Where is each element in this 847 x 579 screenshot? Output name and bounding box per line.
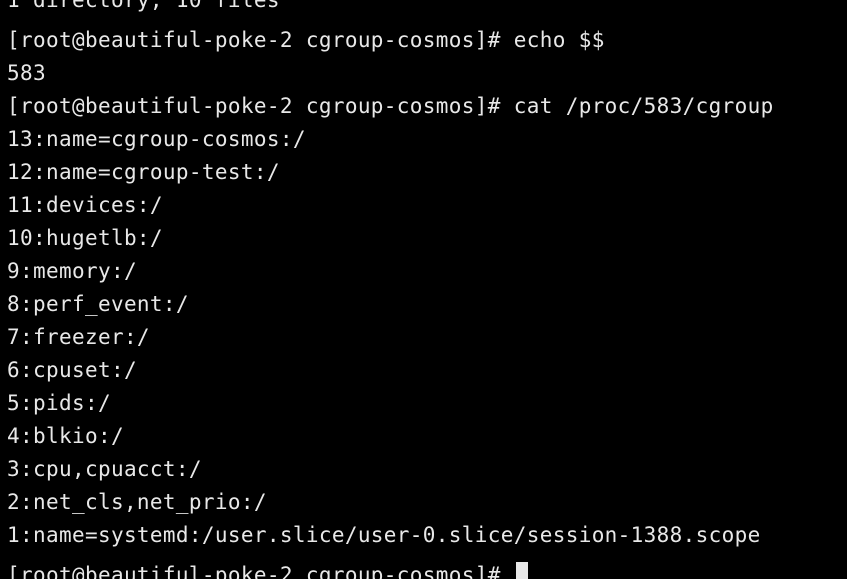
terminal-output-line: 3:cpu,cpuacct:/ <box>7 457 202 481</box>
terminal-output-line: 7:freezer:/ <box>7 325 150 349</box>
terminal-output-line: 1:name=systemd:/user.slice/user-0.slice/… <box>7 523 761 547</box>
terminal-window[interactable]: 1 directory, 10 files [root@beautiful-po… <box>0 0 847 579</box>
terminal-output-line: 11:devices:/ <box>7 193 163 217</box>
terminal-output-line: 583 <box>7 61 46 85</box>
prompt-text: [root@beautiful-poke-2 cgroup-cosmos]# <box>7 563 514 579</box>
terminal-prompt-line[interactable]: [root@beautiful-poke-2 cgroup-cosmos]# <box>7 558 528 579</box>
terminal-command-line: [root@beautiful-poke-2 cgroup-cosmos]# c… <box>7 94 774 118</box>
terminal-output-line: 9:memory:/ <box>7 259 137 283</box>
text-cursor <box>515 562 528 579</box>
terminal-output-line: 4:blkio:/ <box>7 424 124 448</box>
terminal-output-line: 13:name=cgroup-cosmos:/ <box>7 127 306 151</box>
terminal-output-line: 10:hugetlb:/ <box>7 226 163 250</box>
terminal-output-line: 12:name=cgroup-test:/ <box>7 160 280 184</box>
terminal-output-line: 1 directory, 10 files <box>7 0 280 12</box>
terminal-output-line: 6:cpuset:/ <box>7 358 137 382</box>
terminal-output-line: 8:perf_event:/ <box>7 292 189 316</box>
terminal-output-line: 2:net_cls,net_prio:/ <box>7 490 267 514</box>
terminal-command-line: [root@beautiful-poke-2 cgroup-cosmos]# e… <box>7 28 605 52</box>
terminal-output-line: 5:pids:/ <box>7 391 111 415</box>
